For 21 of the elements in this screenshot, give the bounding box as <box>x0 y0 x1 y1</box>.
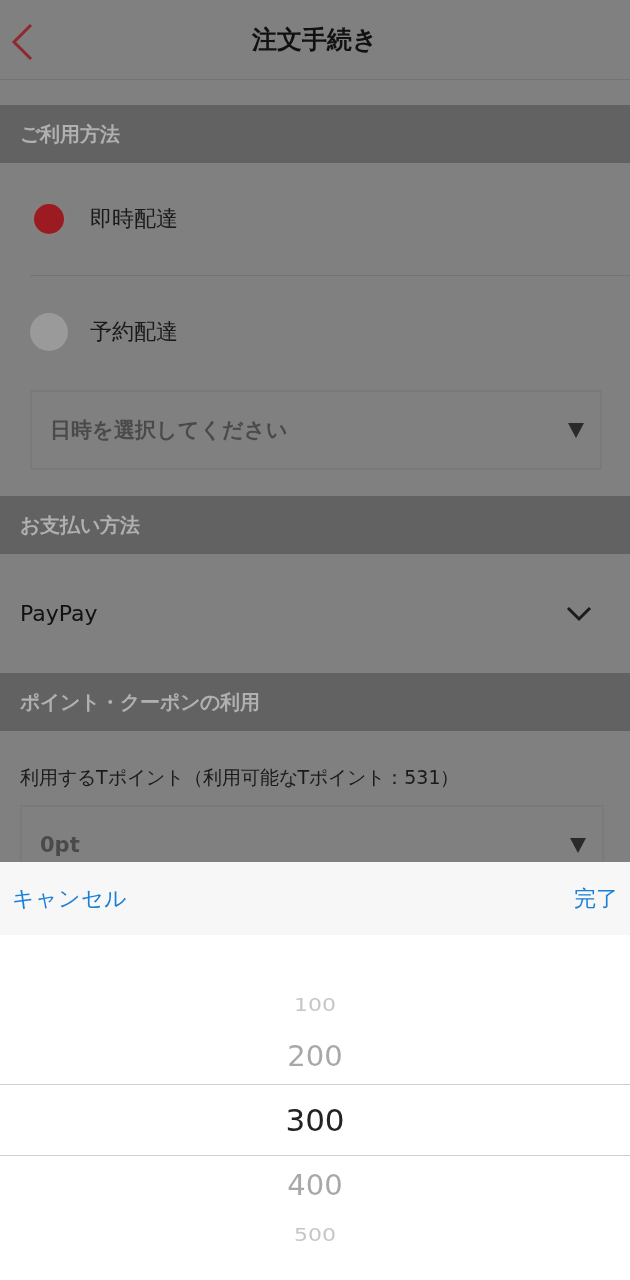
radio-button[interactable] <box>30 200 68 238</box>
section-title: ポイント・クーポンの利用 <box>20 688 260 716</box>
section-title: ご利用方法 <box>20 120 120 148</box>
picker-option[interactable]: 300 <box>285 1102 345 1138</box>
picker-option[interactable]: 100 <box>294 995 336 1015</box>
radio-button[interactable] <box>30 313 68 351</box>
cancel-button[interactable]: キャンセル <box>12 883 127 914</box>
option-label: 予約配達 <box>90 318 178 346</box>
picker-option[interactable]: 400 <box>287 1167 343 1202</box>
dropdown-triangle-icon <box>568 422 584 438</box>
picker-option[interactable]: 200 <box>287 1038 343 1073</box>
back-icon[interactable] <box>9 22 35 62</box>
section-title: お支払い方法 <box>20 511 140 539</box>
payment-select[interactable]: PayPay <box>0 554 630 673</box>
page-title: 注文手続き <box>252 24 378 56</box>
done-button[interactable]: 完了 <box>574 883 618 914</box>
dropdown-triangle-icon <box>570 837 586 853</box>
picker-option[interactable]: 500 <box>294 1225 336 1245</box>
option-label: 即時配達 <box>90 205 178 233</box>
points-label: 利用するTポイント（利用可能なTポイント：531） <box>19 765 461 790</box>
chevron-down-icon <box>566 605 592 622</box>
